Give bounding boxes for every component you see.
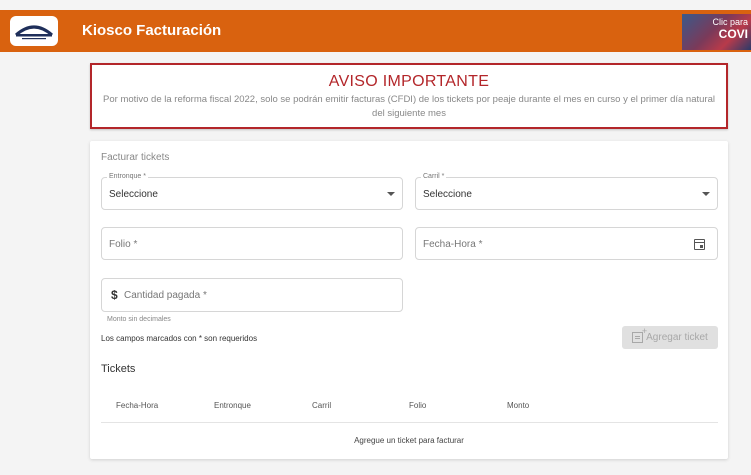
covid-banner-line1: Clic para [712,17,748,27]
app-title: Kiosco Facturación [82,22,222,39]
required-note: Los campos marcados con * son requeridos [101,334,258,343]
cantidad-input[interactable]: $ Cantidad pagada * [101,278,403,312]
chevron-down-icon [387,192,395,196]
invoice-form-card: Facturar tickets Entronque * Seleccione … [90,141,728,459]
carril-value: Seleccione [423,189,472,200]
folio-input[interactable]: Folio * [101,227,403,260]
calendar-icon[interactable] [694,239,705,250]
column-header-folio: Folio [409,401,427,410]
carril-label: Carril * [421,173,447,180]
notice-title: AVISO IMPORTANTE [328,73,490,90]
covid-banner[interactable]: Clic para COVI [682,14,751,50]
bridge-logo-icon [15,25,53,40]
empty-tickets-message: Agregue un ticket para facturar [354,436,464,445]
table-divider [101,422,718,423]
entronque-label: Entronque * [107,173,148,180]
entronque-value: Seleccione [109,189,158,200]
entronque-select[interactable]: Entronque * Seleccione [101,173,403,210]
column-header-monto: Monto [507,401,530,410]
top-app-bar: Kiosco Facturación Clic para COVI [0,10,751,52]
chevron-down-icon [702,192,710,196]
column-header-entronque: Entronque [214,401,251,410]
add-ticket-icon [632,326,647,343]
fecha-hora-placeholder: Fecha-Hora * [423,239,483,250]
company-logo[interactable] [10,16,58,46]
add-ticket-button[interactable]: Agregar ticket [622,326,718,349]
add-ticket-label: Agregar ticket [646,332,708,343]
column-header-fecha-hora: Fecha-Hora [116,401,159,410]
cantidad-placeholder: Cantidad pagada * [124,290,207,301]
notice-body: Por motivo de la reforma fiscal 2022, so… [103,94,715,119]
carril-select[interactable]: Carril * Seleccione [415,173,718,210]
fecha-hora-input[interactable]: Fecha-Hora * [415,227,718,260]
folio-placeholder: Folio * [109,239,138,250]
covid-banner-line2: COVI [718,27,748,41]
important-notice: AVISO IMPORTANTE Por motivo de la reform… [90,63,728,129]
dollar-icon: $ [111,288,118,302]
section-title: Facturar tickets [101,152,170,163]
column-header-carril: Carril [312,401,332,410]
tickets-title: Tickets [101,363,136,375]
cantidad-hint: Monto sin decimales [107,316,171,323]
